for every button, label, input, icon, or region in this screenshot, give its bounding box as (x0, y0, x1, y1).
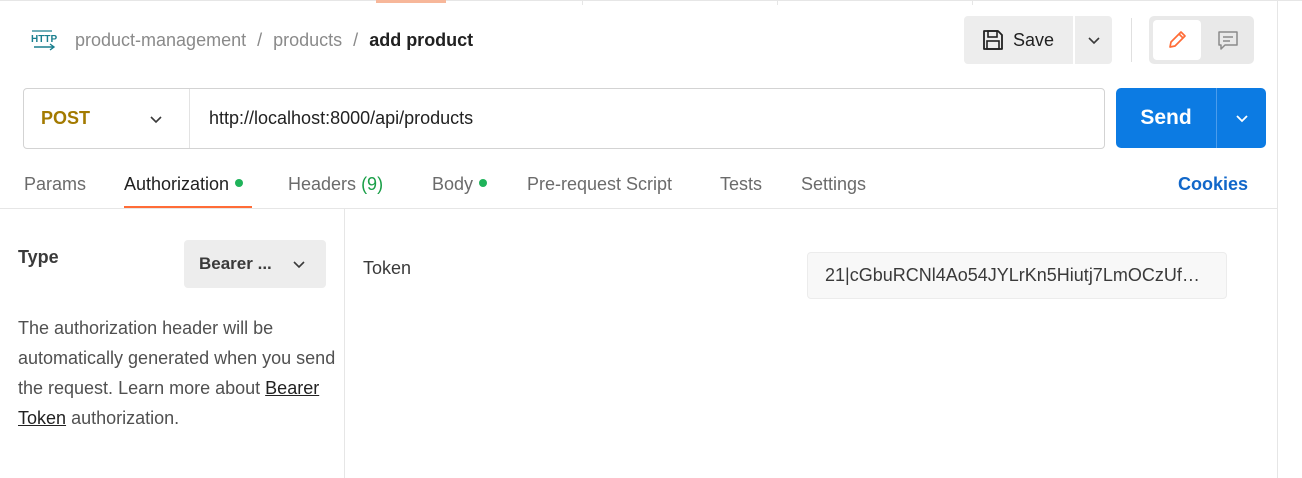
top-tab-strip (0, 0, 1302, 5)
save-button[interactable]: Save (964, 16, 1073, 64)
tab-separator (777, 1, 778, 5)
status-dot (479, 179, 488, 188)
tab-label: Authorization (124, 174, 230, 194)
comment-icon (1217, 31, 1238, 50)
tab-authorization[interactable]: Authorization (124, 172, 244, 196)
tab-label: Params (24, 174, 87, 194)
tab-tests[interactable]: Tests (720, 172, 762, 196)
pencil-icon (1169, 31, 1186, 48)
breadcrumb: product-management / products / add product (75, 29, 473, 51)
tab-label: Pre-request Script (527, 174, 673, 194)
url-input[interactable]: http://localhost:8000/api/products (190, 108, 473, 129)
chevron-down-icon (1235, 115, 1248, 123)
tab-settings[interactable]: Settings (801, 172, 866, 196)
send-group: Send (1116, 88, 1266, 148)
save-group: Save (964, 16, 1112, 64)
tab-label: Settings (801, 174, 867, 194)
chevron-down-icon (1087, 37, 1100, 45)
tab-label: Tests (720, 174, 763, 194)
active-tab-accent (376, 0, 446, 3)
tab-label: Body (432, 174, 474, 194)
pane-border (1277, 0, 1278, 478)
tab-label: Headers (288, 174, 357, 194)
auth-type-label: Type (18, 247, 59, 267)
tab-separator (972, 1, 973, 5)
auth-type-select[interactable]: Bearer ... (184, 240, 326, 288)
save-icon (983, 30, 1003, 50)
comments-button[interactable] (1205, 20, 1250, 60)
breadcrumb-folder[interactable]: products (273, 30, 342, 50)
send-options-button[interactable] (1217, 88, 1266, 148)
panel-divider (344, 209, 345, 478)
tab-separator (582, 1, 583, 5)
breadcrumb-separator: / (353, 30, 359, 50)
save-label: Save (1013, 29, 1055, 50)
token-input[interactable]: 21|cGbuRCNl4Ao54JYLrKn5Hiutj7LmOCzUf… (807, 252, 1227, 299)
http-icon: HTTP (31, 30, 57, 51)
send-button[interactable]: Send (1116, 88, 1217, 148)
breadcrumb-collection[interactable]: product-management (75, 30, 246, 50)
header-divider (1131, 18, 1132, 62)
token-label: Token (363, 258, 412, 278)
request-url-bar: POST http://localhost:8000/api/products (23, 88, 1105, 149)
save-options-button[interactable] (1075, 16, 1112, 64)
method-select[interactable]: POST (24, 89, 190, 148)
svg-text:HTTP: HTTP (31, 34, 57, 45)
method-label: POST (41, 108, 91, 128)
token-value: 21|cGbuRCNl4Ao54JYLrKn5Hiutj7LmOCzUf… (825, 265, 1200, 285)
auth-description-suffix: authorization. (71, 408, 180, 428)
tab-headers[interactable]: Headers (9) (288, 172, 383, 196)
status-dot (235, 179, 244, 188)
tab-pre-request-script[interactable]: Pre-request Script (527, 172, 672, 196)
edit-mode-button[interactable] (1153, 20, 1201, 60)
chevron-down-icon (150, 115, 162, 123)
mode-toggle (1149, 16, 1254, 64)
auth-description: The authorization header will be automat… (18, 313, 338, 433)
header-count: (9) (361, 174, 384, 194)
breadcrumb-request-name[interactable]: add product (369, 30, 473, 50)
tabs-divider (0, 208, 1277, 209)
cookies-link[interactable]: Cookies (1178, 172, 1248, 196)
tab-params[interactable]: Params (24, 172, 86, 196)
tab-body[interactable]: Body (432, 172, 488, 196)
breadcrumb-separator: / (257, 30, 263, 50)
auth-type-value: Bearer ... (199, 254, 272, 273)
chevron-down-icon (293, 261, 305, 269)
